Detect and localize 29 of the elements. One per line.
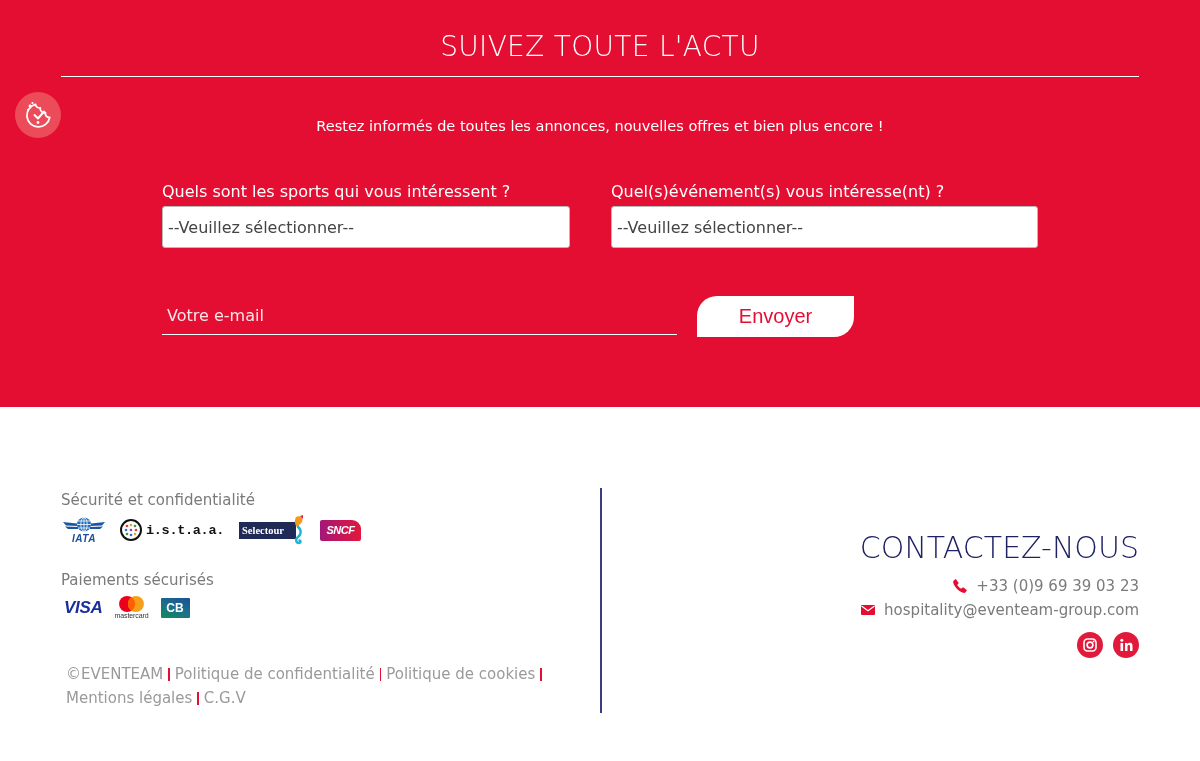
cb-logo: CB — [160, 598, 190, 618]
footer-link[interactable]: Mentions légales — [66, 686, 193, 710]
instagram-icon[interactable] — [1077, 632, 1103, 658]
section-heading: Paiements sécurisés — [61, 570, 214, 590]
iata-logo: IATA — [63, 516, 105, 544]
footer-link[interactable]: Politique de confidentialité — [174, 662, 375, 686]
cookie-check-icon[interactable] — [15, 92, 61, 138]
email-field[interactable]: Votre e-mail — [162, 296, 677, 335]
selectour-logo: Selectour — [239, 515, 305, 545]
submit-button[interactable]: Envoyer — [697, 296, 854, 337]
phone-icon — [953, 579, 968, 593]
visa-logo: VISA — [64, 598, 103, 618]
dropdown[interactable]: --Veuillez sélectionner-- — [162, 206, 570, 248]
footer-link[interactable]: ©EVENTEAM — [66, 662, 164, 686]
email-address[interactable]: hospitality@eventeam-group.com — [884, 598, 1139, 622]
section-heading: Sécurité et confidentialité — [61, 490, 255, 510]
dropdown[interactable]: --Veuillez sélectionner-- — [611, 206, 1038, 248]
envelope-icon — [861, 605, 876, 615]
section-title: SUIVEZ TOUTE L'ACTU — [440, 29, 760, 65]
istaa-logo: i.s.t.a.a. — [120, 519, 224, 541]
linkedin-icon[interactable] — [1113, 632, 1139, 658]
subtitle-text: Restez informés de toutes les annonces, nouvelles offres et bien plus encore ! — [316, 117, 884, 136]
dropdown-label: Quel(s)événement(s) vous intéresse(nt) ? — [611, 182, 945, 202]
footer-link[interactable]: Politique de cookies — [386, 662, 536, 686]
contact-title: CONTACTEZ-NOUS — [859, 530, 1139, 566]
phone-number[interactable]: +33 (0)9 69 39 03 23 — [976, 574, 1139, 598]
sncf-logo: SNCF — [320, 519, 361, 541]
dropdown-label: Quels sont les sports qui vous intéressent ? — [162, 182, 511, 202]
footer-link[interactable]: C.G.V — [203, 686, 246, 710]
